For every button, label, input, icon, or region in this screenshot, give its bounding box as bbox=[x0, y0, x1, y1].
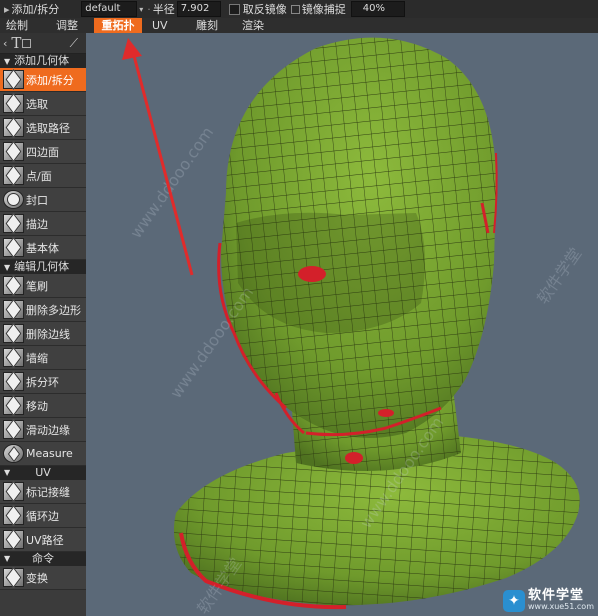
tab-uv[interactable]: UV bbox=[152, 18, 176, 33]
tool-brush[interactable]: 笔刷 bbox=[0, 274, 86, 298]
workspace-tabs: 绘制 调整 重拓扑 UV 雕刻 渲染 bbox=[0, 18, 598, 33]
tool-cap[interactable]: 封口 bbox=[0, 188, 86, 212]
radius-label: 半径 bbox=[152, 3, 175, 16]
triangle-down-icon: ▼ bbox=[4, 57, 11, 66]
pen-icon[interactable]: ⟋ bbox=[70, 36, 78, 51]
radius-field[interactable]: 7.902 bbox=[176, 1, 221, 17]
mirror-snap-label: 镜像捕捉 bbox=[301, 3, 346, 16]
tab-paint[interactable]: 绘制 bbox=[6, 18, 36, 33]
logo-url: www.xue51.com bbox=[528, 602, 594, 611]
stroke-icon bbox=[3, 213, 24, 234]
tool-point-face[interactable]: 点/面 bbox=[0, 164, 86, 188]
arrow-icon: ▸ bbox=[4, 2, 10, 16]
mode-label: 添加/拆分 bbox=[11, 3, 60, 16]
cap-icon bbox=[3, 190, 24, 209]
mirror-snap-checkbox[interactable] bbox=[290, 4, 300, 14]
transform-icon bbox=[3, 567, 24, 588]
tool-move[interactable]: 移动 bbox=[0, 394, 86, 418]
triangle-down-icon: ▼ bbox=[4, 468, 11, 477]
brush-icon bbox=[3, 275, 24, 296]
top-toolbar: ▸ 添加/拆分 default ▾ · 半径 7.902 取反镜像 镜像捕捉 4… bbox=[0, 0, 598, 18]
edge-loop-icon bbox=[3, 505, 24, 526]
tab-retopo[interactable]: 重拓扑 bbox=[94, 18, 142, 33]
section-add-geometry[interactable]: ▼ 添加几何体 bbox=[0, 54, 86, 68]
tool-select-path[interactable]: 选取路径 bbox=[0, 116, 86, 140]
tool-mark-seam[interactable]: 标记接缝 bbox=[0, 480, 86, 504]
retopo-tool-panel: ‹ T ⟋ ▼ 添加几何体 添加/拆分 选取 选取路径 四边面 点/面 封口 描边… bbox=[0, 33, 86, 616]
measure-icon bbox=[3, 444, 24, 463]
tab-adjust[interactable]: 调整 bbox=[56, 18, 86, 33]
watermark-logo: ✦ 软件学堂 www.xue51.com bbox=[503, 588, 594, 612]
tool-uv-path[interactable]: UV路径 bbox=[0, 528, 86, 552]
3d-viewport[interactable]: www.ddooo.com www.ddooo.com www.ddooo.co… bbox=[86, 33, 598, 616]
delete-edge-icon bbox=[3, 323, 24, 344]
tool-measure[interactable]: Measure bbox=[0, 442, 86, 466]
mirror-label: 取反镜像 bbox=[242, 3, 287, 16]
tool-primitive[interactable]: 基本体 bbox=[0, 236, 86, 260]
chevron-left-icon[interactable]: ‹ bbox=[3, 37, 7, 50]
eye-seam-marker bbox=[298, 266, 326, 282]
slide-edge-icon bbox=[3, 419, 24, 440]
head-mesh-render bbox=[173, 37, 580, 610]
snap-percent-field[interactable]: 40% bbox=[350, 1, 405, 17]
tool-stroke[interactable]: 描边 bbox=[0, 212, 86, 236]
logo-icon: ✦ bbox=[503, 590, 526, 612]
select-icon bbox=[3, 93, 24, 114]
point-face-icon bbox=[3, 165, 24, 186]
tool-delete-polygon[interactable]: 删除多边形 bbox=[0, 298, 86, 322]
tool-shrink[interactable]: 墙缩 bbox=[0, 346, 86, 370]
text-tool-icon[interactable]: T bbox=[11, 34, 21, 52]
mark-seam-icon bbox=[3, 481, 24, 502]
tool-add-split[interactable]: 添加/拆分 bbox=[0, 68, 86, 92]
preset-dropdown[interactable]: default bbox=[81, 1, 138, 17]
grid-icon[interactable] bbox=[22, 38, 32, 48]
chevron-down-icon[interactable]: ▾ bbox=[139, 5, 143, 14]
tool-slide-edge[interactable]: 滑动边缘 bbox=[0, 418, 86, 442]
section-edit-geometry[interactable]: ▼ 编辑几何体 bbox=[0, 260, 86, 274]
tool-edge-loop[interactable]: 循环边 bbox=[0, 504, 86, 528]
tool-split-ring[interactable]: 拆分环 bbox=[0, 370, 86, 394]
uv-path-icon bbox=[3, 529, 24, 550]
section-uv[interactable]: ▼ UV bbox=[0, 466, 86, 480]
tab-render[interactable]: 渲染 bbox=[242, 18, 272, 33]
tool-quad[interactable]: 四边面 bbox=[0, 140, 86, 164]
logo-title: 软件学堂 bbox=[528, 588, 585, 603]
quad-icon bbox=[3, 141, 24, 162]
dot-icon: · bbox=[147, 2, 151, 16]
shrink-icon bbox=[3, 347, 24, 368]
tool-select[interactable]: 选取 bbox=[0, 92, 86, 116]
delete-polygon-icon bbox=[3, 299, 24, 320]
tool-delete-edge[interactable]: 删除边线 bbox=[0, 322, 86, 346]
section-commands[interactable]: ▼ 命令 bbox=[0, 552, 86, 566]
mirror-checkbox[interactable] bbox=[228, 3, 240, 15]
tool-transform[interactable]: 变换 bbox=[0, 566, 86, 590]
primitive-icon bbox=[3, 237, 24, 258]
move-icon bbox=[3, 395, 24, 416]
triangle-down-icon: ▼ bbox=[4, 554, 11, 563]
tab-sculpt[interactable]: 雕刻 bbox=[196, 18, 226, 33]
split-ring-icon bbox=[3, 371, 24, 392]
triangle-down-icon: ▼ bbox=[4, 263, 11, 272]
add-split-icon bbox=[3, 69, 24, 90]
select-path-icon bbox=[3, 117, 24, 138]
tool-options-row: ‹ T ⟋ bbox=[0, 33, 86, 54]
